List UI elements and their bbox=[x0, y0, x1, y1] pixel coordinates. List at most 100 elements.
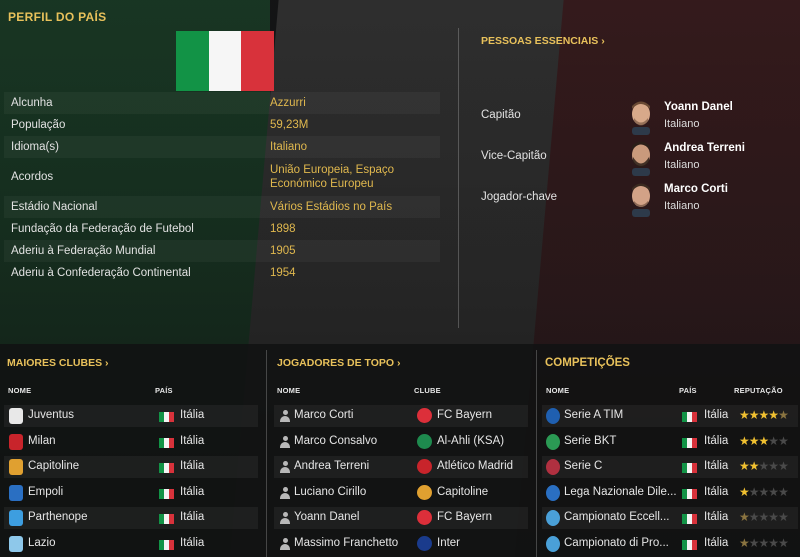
club-row[interactable]: Empoli Itália bbox=[4, 482, 258, 504]
player-row[interactable]: Massimo Franchetto Inter bbox=[274, 533, 528, 555]
competition-row[interactable]: Serie C Itália ★★★★★ bbox=[542, 456, 798, 479]
competition-country: Itália bbox=[704, 485, 729, 498]
player-club[interactable]: FC Bayern bbox=[437, 409, 492, 421]
player-name[interactable]: Andrea Terreni bbox=[294, 460, 369, 472]
column-header-reputation[interactable]: REPUTAÇÃO bbox=[734, 386, 783, 395]
club-name[interactable]: Capitoline bbox=[28, 460, 79, 472]
club-name[interactable]: Juventus bbox=[28, 409, 74, 421]
person-icon bbox=[280, 538, 290, 550]
competition-logo-icon bbox=[546, 459, 560, 476]
half-star-icon: ★ bbox=[778, 408, 789, 422]
empty-star-icon: ★ bbox=[768, 459, 779, 474]
player-name[interactable]: Massimo Franchetto bbox=[294, 537, 398, 549]
bottom-panels: MAIORES CLUBES › NOME PAÍS Juventus Itáli… bbox=[0, 344, 800, 557]
competition-name[interactable]: Campionato di Pro... bbox=[564, 537, 669, 549]
person-name[interactable]: Yoann Danel bbox=[664, 101, 733, 113]
club-row[interactable]: Capitoline Itália bbox=[4, 456, 258, 479]
column-header-name[interactable]: NOME bbox=[277, 386, 300, 395]
competition-row[interactable]: Campionato Eccell... Itália ★★★★★ bbox=[542, 507, 798, 530]
empty-star-icon: ★ bbox=[748, 484, 760, 499]
column-header-country[interactable]: PAÍS bbox=[155, 386, 173, 395]
star-icon: ★ bbox=[758, 408, 770, 422]
italy-flag-icon bbox=[682, 463, 697, 474]
italy-flag-icon bbox=[159, 514, 174, 525]
player-row[interactable]: Andrea Terreni Atlético Madrid bbox=[274, 456, 528, 479]
competition-row[interactable]: Lega Nazionale Dile... Itália ★★★★★ bbox=[542, 482, 798, 504]
italy-flag-icon bbox=[682, 488, 697, 499]
player-club[interactable]: Atlético Madrid bbox=[437, 460, 513, 472]
info-row-languages: Idioma(s) Italiano bbox=[4, 136, 440, 158]
club-badge-icon bbox=[417, 484, 432, 500]
top-clubs-link[interactable]: MAIORES CLUBES › bbox=[7, 357, 109, 369]
club-name[interactable]: Lazio bbox=[28, 537, 56, 549]
competition-name[interactable]: Serie C bbox=[564, 460, 602, 472]
competition-country: Itália bbox=[704, 409, 729, 421]
half-star-icon: ★ bbox=[739, 536, 750, 550]
person-captain[interactable]: Capitão Yoann Danel Italiano bbox=[481, 97, 791, 135]
club-name[interactable]: Milan bbox=[28, 435, 55, 447]
club-row[interactable]: Parthenope Itália bbox=[4, 507, 258, 530]
star-icon: ★ bbox=[739, 459, 750, 474]
player-club[interactable]: Inter bbox=[437, 537, 460, 549]
info-row-national-stadium: Estádio Nacional Vários Estádios no País bbox=[4, 196, 440, 218]
competition-name[interactable]: Serie A TIM bbox=[564, 409, 623, 421]
empty-star-icon: ★ bbox=[778, 484, 789, 499]
column-header-country[interactable]: PAÍS bbox=[679, 386, 697, 395]
player-row[interactable]: Marco Corti FC Bayern bbox=[274, 405, 528, 427]
club-name[interactable]: Empoli bbox=[28, 486, 63, 498]
empty-star-icon: ★ bbox=[758, 536, 770, 550]
top-clubs-panel: MAIORES CLUBES › NOME PAÍS Juventus Itáli… bbox=[0, 344, 266, 557]
info-value: 1898 bbox=[270, 223, 296, 235]
info-label: Aderiu à Confederação Continental bbox=[11, 267, 191, 279]
competition-name[interactable]: Campionato Eccell... bbox=[564, 511, 669, 523]
club-row[interactable]: Lazio Itália bbox=[4, 533, 258, 555]
competition-row[interactable]: Campionato di Pro... Itália ★★★★★ bbox=[542, 533, 798, 555]
player-club[interactable]: Al-Ahli (KSA) bbox=[437, 435, 504, 447]
club-badge-icon bbox=[9, 408, 23, 424]
empty-star-icon: ★ bbox=[748, 510, 760, 525]
club-row[interactable]: Juventus Itália bbox=[4, 405, 258, 427]
player-row[interactable]: Marco Consalvo Al-Ahli (KSA) bbox=[274, 431, 528, 453]
competition-row[interactable]: Serie A TIM Itália ★★★★★ bbox=[542, 405, 798, 427]
club-country: Itália bbox=[180, 460, 205, 473]
player-club[interactable]: Capitoline bbox=[437, 486, 488, 498]
club-country: Itália bbox=[180, 485, 205, 498]
person-icon bbox=[280, 410, 290, 422]
player-club[interactable]: FC Bayern bbox=[437, 511, 492, 523]
player-name[interactable]: Luciano Cirillo bbox=[294, 486, 366, 498]
info-label: Acordos bbox=[11, 171, 54, 183]
player-row[interactable]: Yoann Danel FC Bayern bbox=[274, 507, 528, 530]
competition-name[interactable]: Lega Nazionale Dile... bbox=[564, 486, 677, 498]
column-header-name[interactable]: NOME bbox=[546, 386, 569, 395]
competition-row[interactable]: Serie BKT Itália ★★★★★ bbox=[542, 431, 798, 453]
person-name[interactable]: Marco Corti bbox=[664, 183, 728, 195]
club-badge-icon bbox=[9, 484, 23, 501]
person-nationality: Italiano bbox=[664, 159, 700, 171]
club-badge-icon bbox=[417, 536, 432, 551]
star-icon: ★ bbox=[739, 433, 750, 448]
competition-name[interactable]: Serie BKT bbox=[564, 435, 616, 447]
player-name[interactable]: Marco Corti bbox=[294, 409, 353, 421]
italy-flag-icon bbox=[159, 463, 174, 474]
info-value: Italiano bbox=[270, 141, 308, 153]
player-name[interactable]: Yoann Danel bbox=[294, 511, 359, 523]
key-people-link[interactable]: PESSOAS ESSENCIAIS › bbox=[481, 35, 605, 47]
person-icon bbox=[280, 435, 290, 448]
club-row[interactable]: Milan Itália bbox=[4, 431, 258, 453]
person-key-player[interactable]: Jogador-chave Marco Corti Italiano bbox=[481, 179, 791, 217]
competitions-title: COMPETIÇÕES bbox=[545, 357, 630, 369]
person-role: Jogador-chave bbox=[481, 191, 558, 203]
person-vice-captain[interactable]: Vice-Capitão Andrea Terreni Italiano bbox=[481, 138, 791, 176]
player-name[interactable]: Marco Consalvo bbox=[294, 435, 377, 447]
player-row[interactable]: Luciano Cirillo Capitoline bbox=[274, 482, 528, 504]
club-name[interactable]: Parthenope bbox=[28, 511, 87, 523]
top-players-link[interactable]: JOGADORES DE TOPO › bbox=[277, 357, 401, 369]
player-face-icon bbox=[632, 101, 650, 135]
info-value: Azzurri bbox=[270, 97, 306, 109]
person-name[interactable]: Andrea Terreni bbox=[664, 142, 745, 154]
club-badge-icon bbox=[9, 510, 23, 527]
person-icon bbox=[280, 461, 290, 474]
column-header-club[interactable]: CLUBE bbox=[414, 386, 441, 395]
column-header-name[interactable]: NOME bbox=[8, 386, 31, 395]
divider bbox=[266, 350, 267, 557]
